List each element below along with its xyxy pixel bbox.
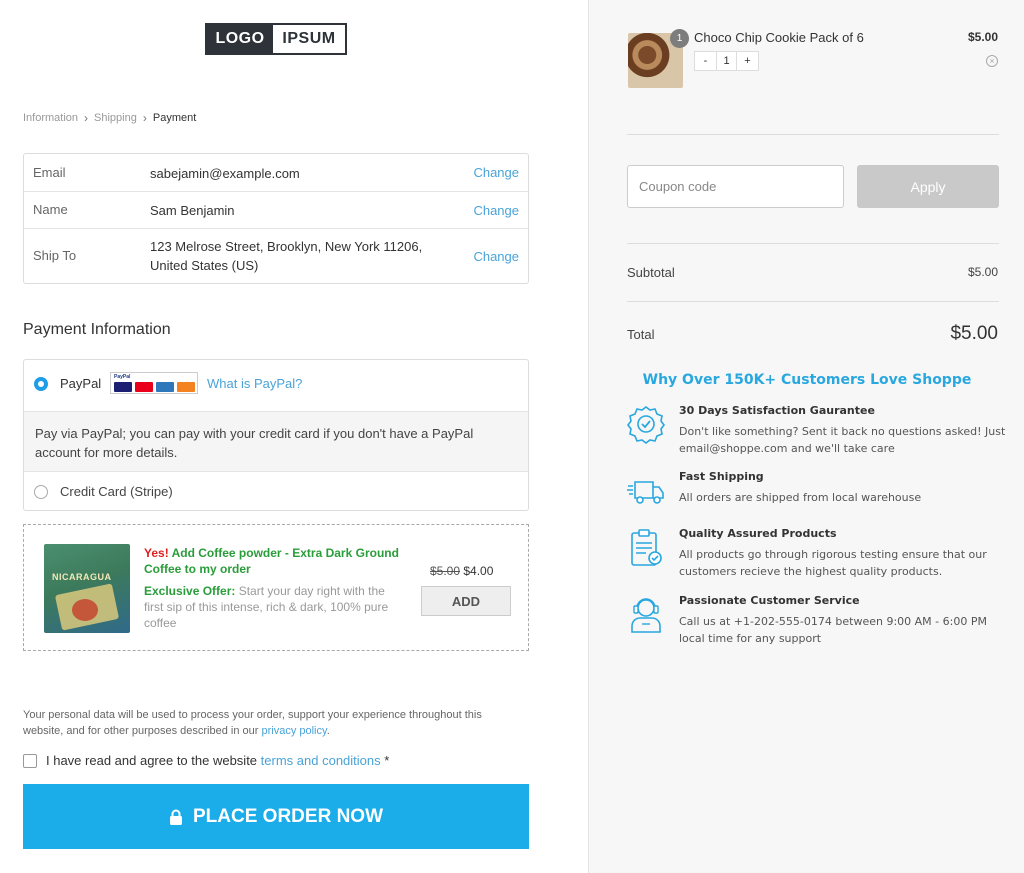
feature-satisfaction: 30 Days Satisfaction Gaurantee Don't lik… bbox=[627, 404, 1007, 455]
increase-qty-button[interactable]: + bbox=[737, 52, 758, 70]
info-label: Name bbox=[33, 202, 68, 217]
privacy-policy-link[interactable]: privacy policy bbox=[261, 725, 326, 737]
contact-summary: Email sabejamin@example.com Change Name … bbox=[23, 153, 529, 284]
feature-title: Passionate Customer Service bbox=[679, 594, 860, 607]
truck-icon bbox=[627, 481, 664, 504]
credit-card-label[interactable]: Credit Card (Stripe) bbox=[60, 484, 173, 499]
divider bbox=[627, 134, 999, 135]
coffee-image-text: NICARAGUA bbox=[52, 572, 112, 582]
feature-desc: Call us at +1-202-555-0174 between 9:00 … bbox=[679, 615, 987, 645]
breadcrumb-information[interactable]: Information bbox=[23, 112, 78, 124]
info-value: 123 Melrose Street, Brooklyn, New York 1… bbox=[150, 239, 423, 273]
paypal-radio[interactable] bbox=[34, 377, 48, 391]
coffee-product-image: NICARAGUA bbox=[44, 544, 130, 633]
cart-item-price: $5.00 bbox=[967, 30, 998, 44]
store-logo[interactable]: LOGO IPSUM bbox=[205, 23, 347, 55]
terms-link[interactable]: terms and conditions bbox=[261, 753, 381, 768]
offer-old-price: $5.00 bbox=[430, 564, 461, 578]
breadcrumb-payment: Payment bbox=[152, 112, 197, 124]
amex-icon bbox=[156, 382, 174, 392]
order-bump-offer: NICARAGUA Yes! Add Coffee powder - Extra… bbox=[23, 524, 529, 651]
feature-desc: Don't like something? Sent it back no qu… bbox=[679, 425, 1006, 455]
offer-new-price: $4.00 bbox=[463, 564, 494, 578]
checkout-form-panel: LOGO IPSUM Information › Shipping › Paym… bbox=[0, 0, 588, 873]
feature-shipping: Fast Shipping All orders are shipped fro… bbox=[627, 470, 1007, 510]
cart-item-name: Choco Chip Cookie Pack of 6 bbox=[694, 30, 864, 45]
offer-yes: Yes! bbox=[144, 546, 169, 560]
offer-title: Add Coffee powder - Extra Dark Ground Co… bbox=[144, 546, 399, 576]
support-agent-icon bbox=[631, 598, 661, 633]
place-order-button[interactable]: PLACE ORDER NOW bbox=[23, 784, 529, 849]
lock-icon bbox=[170, 809, 182, 825]
logo-part2: IPSUM bbox=[282, 30, 336, 47]
subtotal-value: $5.00 bbox=[967, 265, 998, 279]
terms-agreement: I have read and agree to the website ter… bbox=[23, 753, 389, 768]
mastercard-icon bbox=[135, 382, 153, 392]
place-order-label: PLACE ORDER NOW bbox=[193, 805, 383, 827]
quantity-badge: 1 bbox=[670, 29, 689, 48]
exclusive-offer-label: Exclusive Offer: bbox=[144, 584, 236, 598]
card-logos-icon: PayPal bbox=[110, 372, 198, 394]
discover-icon bbox=[177, 382, 195, 392]
total-label: Total bbox=[627, 327, 655, 342]
info-label: Email bbox=[33, 165, 66, 180]
why-title: Why Over 150K+ Customers Love Shoppe bbox=[642, 372, 972, 388]
feature-title: Quality Assured Products bbox=[679, 527, 837, 540]
payment-section-title: Payment Information bbox=[23, 321, 171, 338]
feature-desc: All orders are shipped from local wareho… bbox=[679, 491, 922, 504]
credit-card-radio[interactable] bbox=[34, 485, 48, 499]
coupon-input[interactable]: Coupon code bbox=[627, 165, 844, 208]
badge-check-icon bbox=[627, 406, 665, 444]
total-value: $5.00 bbox=[950, 323, 998, 344]
info-row-email: Email sabejamin@example.com Change bbox=[24, 154, 528, 192]
quantity-stepper: - 1 + bbox=[694, 51, 759, 71]
order-summary-panel: 1 Choco Chip Cookie Pack of 6 $5.00 - 1 … bbox=[588, 0, 1024, 873]
qty-value[interactable]: 1 bbox=[716, 52, 737, 70]
visa-icon bbox=[114, 382, 132, 392]
decrease-qty-button[interactable]: - bbox=[695, 52, 716, 70]
feature-quality: Quality Assured Products All products go… bbox=[627, 527, 1007, 578]
chevron-right-icon: › bbox=[84, 111, 89, 125]
logo-part1: LOGO bbox=[207, 25, 273, 53]
divider bbox=[627, 243, 999, 244]
info-value: Sam Benjamin bbox=[150, 203, 235, 218]
add-offer-button[interactable]: ADD bbox=[421, 586, 511, 616]
change-ship-to-link[interactable]: Change bbox=[473, 249, 519, 264]
offer-headline: Yes! Add Coffee powder - Extra Dark Grou… bbox=[144, 545, 409, 577]
remove-item-icon[interactable]: × bbox=[986, 55, 998, 67]
privacy-period: . bbox=[326, 725, 330, 737]
payment-methods: PayPal PayPal What is PayPal? Pay via Pa… bbox=[23, 359, 529, 511]
divider bbox=[627, 301, 999, 302]
required-marker: * bbox=[384, 753, 390, 768]
paypal-description: Pay via PayPal; you can pay with your cr… bbox=[24, 411, 528, 472]
change-name-link[interactable]: Change bbox=[473, 203, 519, 218]
subtotal-label: Subtotal bbox=[627, 265, 675, 280]
change-email-link[interactable]: Change bbox=[473, 165, 519, 180]
feature-title: Fast Shipping bbox=[679, 470, 764, 483]
paypal-mark: PayPal bbox=[114, 374, 131, 380]
payment-option-paypal[interactable]: PayPal PayPal What is PayPal? bbox=[24, 360, 528, 411]
info-label: Ship To bbox=[33, 248, 77, 263]
info-row-ship-to: Ship To 123 Melrose Street, Brooklyn, Ne… bbox=[24, 229, 528, 284]
privacy-notice: Your personal data will be used to proce… bbox=[23, 707, 523, 739]
privacy-text: Your personal data will be used to proce… bbox=[23, 709, 482, 737]
feature-title: 30 Days Satisfaction Gaurantee bbox=[679, 404, 875, 417]
info-row-name: Name Sam Benjamin Change bbox=[24, 192, 528, 229]
clipboard-check-icon bbox=[631, 529, 662, 566]
breadcrumb-shipping[interactable]: Shipping bbox=[94, 112, 137, 124]
feature-desc: All products go through rigorous testing… bbox=[679, 548, 987, 578]
terms-text: I have read and agree to the website bbox=[46, 753, 258, 768]
apply-coupon-button[interactable]: Apply bbox=[857, 165, 999, 208]
feature-support: Passionate Customer Service Call us at +… bbox=[627, 594, 1007, 645]
chevron-right-icon: › bbox=[142, 111, 147, 125]
terms-checkbox[interactable] bbox=[23, 753, 37, 768]
offer-price: $5.00 $4.00 bbox=[430, 564, 493, 578]
what-is-paypal-link[interactable]: What is PayPal? bbox=[207, 376, 302, 391]
offer-description: Exclusive Offer: Start your day right wi… bbox=[144, 583, 406, 631]
info-value: sabejamin@example.com bbox=[150, 166, 300, 181]
breadcrumb: Information › Shipping › Payment bbox=[23, 111, 196, 125]
paypal-label: PayPal bbox=[60, 376, 102, 391]
